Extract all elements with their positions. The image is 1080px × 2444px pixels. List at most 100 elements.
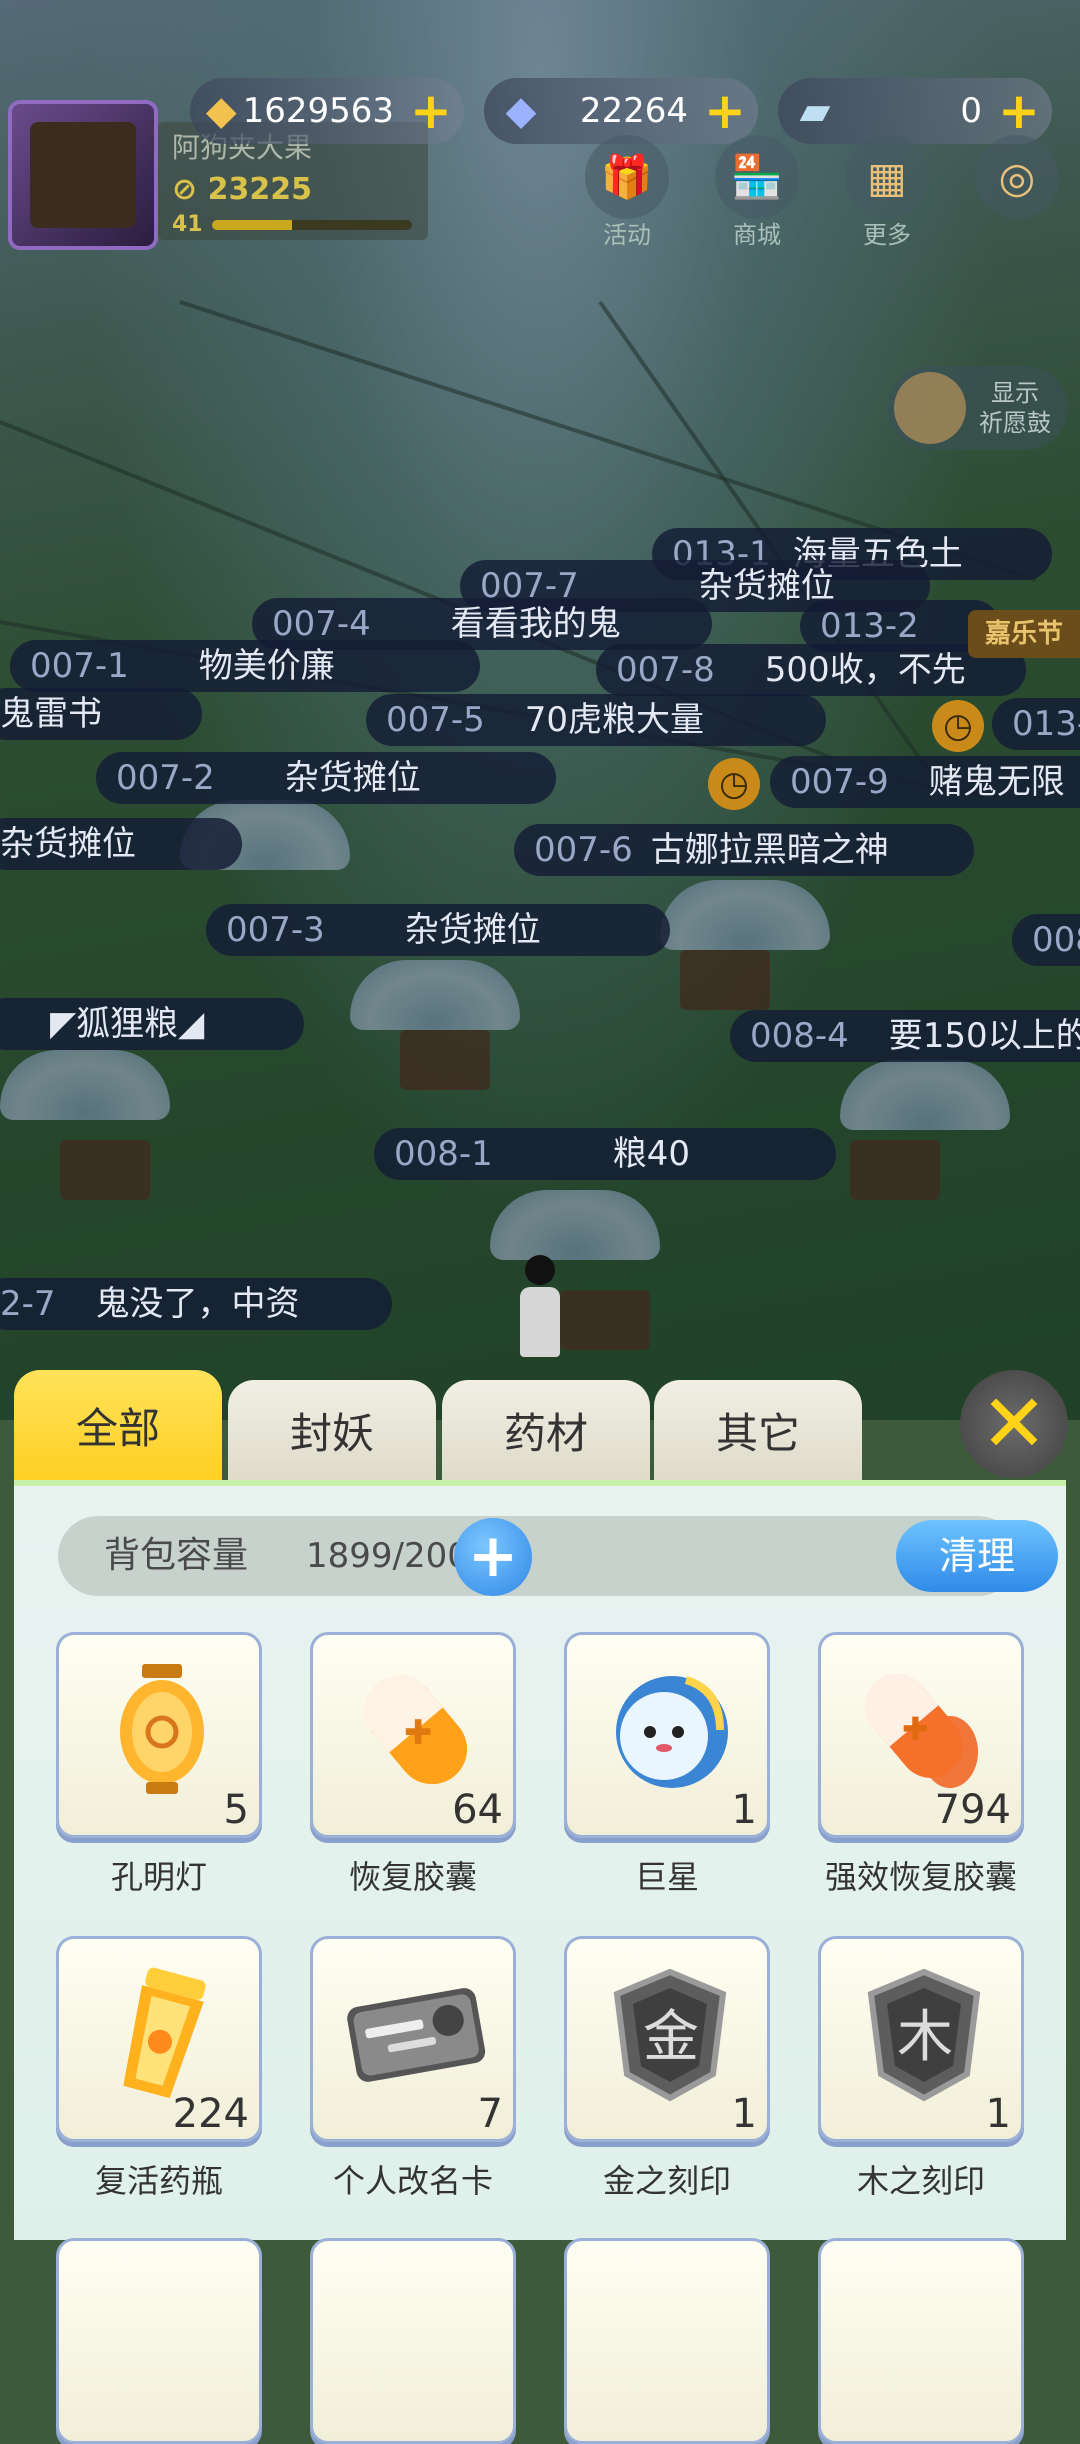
item-name: 复活药瓶 — [94, 2162, 223, 2200]
stall-label[interactable]: 鬼雷书 — [0, 688, 202, 740]
stall-name: 杂货摊位 — [0, 824, 136, 864]
compass-icon: ◎ — [975, 135, 1059, 219]
crystal-resource[interactable]: ◆ 1629563 + — [190, 78, 464, 144]
add-crystal-button[interactable]: + — [410, 86, 452, 136]
wood-seal-icon: 木 — [851, 1961, 997, 2107]
lantern-icon — [89, 1657, 235, 1803]
stall-code: 007-8 — [616, 650, 715, 690]
capsule-icon: ✚ — [343, 1657, 489, 1803]
item-slot[interactable]: ✚ 794 强效恢复胶囊 — [816, 1632, 1026, 1898]
item-qty: 1 — [731, 1787, 757, 1833]
stall-code: 007-6 — [534, 830, 633, 870]
stall-name: 要150以上的 — [888, 1016, 1080, 1056]
wish-label-line2: 祈愿鼓 — [979, 409, 1051, 437]
stall-code: 013- — [1012, 704, 1080, 744]
stall-label[interactable]: ◤狐狸粮◢ — [0, 998, 304, 1050]
strong-capsule-icon: ✚ — [851, 1657, 997, 1803]
compass-button[interactable]: ◎ — [972, 135, 1062, 219]
close-button[interactable]: ✕ — [960, 1370, 1068, 1478]
drum-icon — [894, 372, 966, 444]
stall-label[interactable]: 007-6 古娜拉黑暗之神 — [514, 824, 974, 876]
stall-label[interactable]: 013- — [992, 698, 1080, 750]
more-label: 更多 — [863, 221, 911, 249]
shop-button[interactable]: 🏪 商城 — [712, 135, 802, 250]
item-name: 巨星 — [634, 1858, 699, 1896]
stall-label[interactable]: 008-4 要150以上的 — [730, 1010, 1080, 1062]
item-slot[interactable] — [54, 2238, 264, 2444]
expand-capacity-button[interactable]: + — [454, 1518, 532, 1596]
capacity-label: 背包容量 — [104, 1535, 249, 1576]
item-name: 强效恢复胶囊 — [824, 1858, 1017, 1896]
item-slot[interactable]: 5 孔明灯 — [54, 1632, 264, 1898]
item-qty: 224 — [172, 2091, 249, 2137]
item-name: 金之刻印 — [602, 2162, 731, 2200]
player-power-value: 23225 — [207, 172, 312, 207]
events-label: 活动 — [603, 221, 651, 249]
star-creature-icon — [597, 1657, 743, 1803]
crystal-value: 1629563 — [242, 91, 394, 131]
stall-name: 粮40 — [612, 1134, 691, 1174]
stall-label[interactable]: 008 — [1012, 914, 1080, 966]
stall-label[interactable]: 007-5 70虎粮大量 — [366, 694, 826, 746]
stall-name: ◤狐狸粮◢ — [50, 1004, 205, 1044]
player-power: ⊘ 23225 — [172, 172, 312, 207]
add-ticket-button[interactable]: + — [998, 86, 1040, 136]
item-slot[interactable]: 7 个人改名卡 — [308, 1936, 518, 2202]
add-diamond-button[interactable]: + — [704, 86, 746, 136]
stall-label[interactable]: 杂货摊位 — [0, 818, 242, 870]
ticket-icon: ▰ — [799, 88, 831, 134]
festival-tag[interactable]: 嘉乐节 — [968, 610, 1080, 658]
item-qty: 64 — [452, 1787, 503, 1833]
tab-other[interactable]: 其它 — [654, 1380, 862, 1480]
stall-label[interactable]: 007-1 物美价廉 — [10, 640, 480, 692]
diamond-icon: ◆ — [505, 88, 537, 134]
svg-text:✚: ✚ — [404, 1713, 433, 1753]
stall-code: 007-2 — [116, 758, 215, 798]
item-name: 个人改名卡 — [332, 2162, 493, 2200]
shop-label: 商城 — [733, 221, 781, 249]
stall-label[interactable]: 007-8 500收，不先 — [596, 644, 1026, 696]
item-slot[interactable]: ✚ 64 恢复胶囊 — [308, 1632, 518, 1898]
svg-text:✚: ✚ — [902, 1710, 929, 1748]
item-slot[interactable]: 224 复活药瓶 — [54, 1936, 264, 2202]
tab-all[interactable]: 全部 — [14, 1370, 222, 1480]
events-button[interactable]: 🎁 活动 — [582, 135, 672, 250]
player-character — [520, 1255, 560, 1375]
show-wish-drum-button[interactable]: 显示 祈愿鼓 — [888, 366, 1068, 450]
stall-name: 看看我的鬼 — [450, 604, 621, 644]
stall-name: 赌鬼无限 — [928, 762, 1065, 802]
item-name: 木之刻印 — [856, 2162, 985, 2200]
stall-label[interactable]: 007-3 杂货摊位 — [206, 904, 670, 956]
shop-icon: 🏪 — [715, 135, 799, 219]
stall-name: 古娜拉黑暗之神 — [650, 830, 889, 870]
revive-bottle-icon — [89, 1961, 235, 2107]
item-qty: 1 — [985, 2091, 1011, 2137]
stall-code: 2-7 — [0, 1284, 56, 1324]
stall-label[interactable]: 007-2 杂货摊位 — [96, 752, 556, 804]
tab-seal-monster[interactable]: 封妖 — [228, 1380, 436, 1480]
stall-code: 008-1 — [394, 1134, 493, 1174]
stall-label[interactable]: 008-1 粮40 — [374, 1128, 836, 1180]
item-name: 孔明灯 — [110, 1858, 207, 1896]
close-icon: ✕ — [980, 1377, 1048, 1470]
stall-name: 500收，不先 — [764, 650, 966, 690]
diamond-value: 22264 — [579, 91, 688, 131]
stall-name: 70虎粮大量 — [524, 700, 705, 740]
clock-icon: ◷ — [708, 758, 760, 810]
item-slot[interactable] — [308, 2238, 518, 2444]
item-slot[interactable] — [562, 2238, 772, 2444]
stall-name: 杂货摊位 — [404, 910, 541, 950]
item-slot[interactable] — [816, 2238, 1026, 2444]
more-button[interactable]: ▦ 更多 — [842, 135, 932, 250]
wish-label-line1: 显示 — [991, 379, 1039, 407]
stall-code: 007-1 — [30, 646, 129, 686]
item-slot[interactable]: 木 1 木之刻印 — [816, 1936, 1026, 2202]
clean-button[interactable]: 清理 — [896, 1520, 1058, 1592]
tab-herbs[interactable]: 药材 — [442, 1380, 650, 1480]
item-slot[interactable]: 金 1 金之刻印 — [562, 1936, 772, 2202]
item-qty: 1 — [731, 2091, 757, 2137]
player-avatar[interactable] — [8, 100, 158, 250]
stall-label[interactable]: 007-9 赌鬼无限 — [770, 756, 1080, 808]
item-slot[interactable]: 1 巨星 — [562, 1632, 772, 1898]
stall-label[interactable]: 2-7 鬼没了，中资 — [0, 1278, 392, 1330]
